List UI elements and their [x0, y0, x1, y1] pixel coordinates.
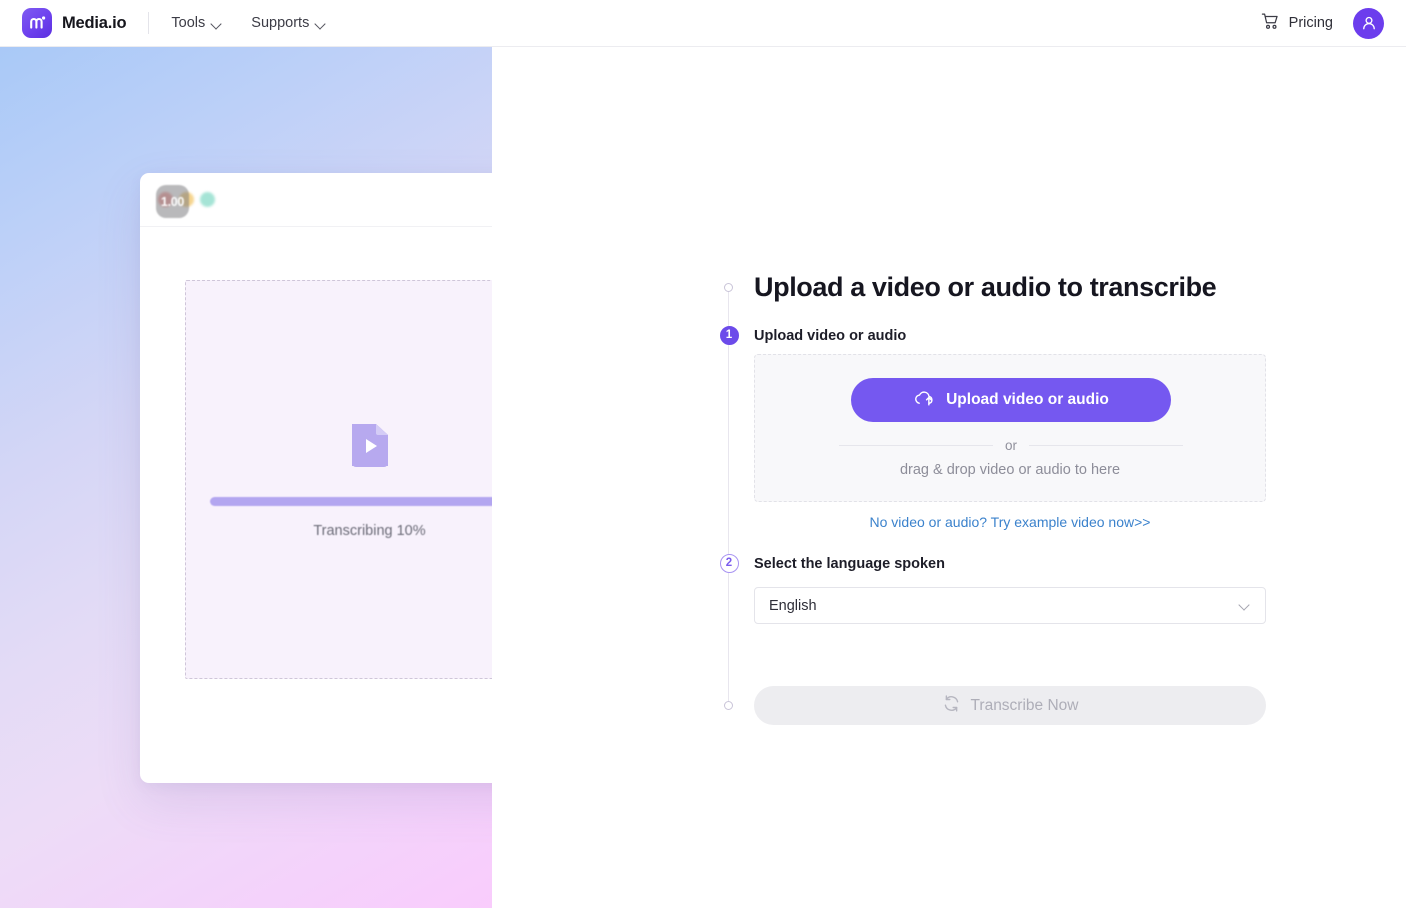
language-select-value: English [769, 598, 817, 614]
upload-button[interactable]: Upload video or audio [851, 378, 1171, 422]
example-video-link[interactable]: No video or audio? Try example video now… [754, 514, 1266, 530]
step-timeline: 1 2 [720, 279, 738, 715]
brand-logo[interactable]: Media.io [22, 8, 126, 38]
timeline-end-marker-icon [724, 701, 733, 710]
drag-drop-hint: drag & drop video or audio to here [755, 462, 1265, 478]
or-label: or [1005, 438, 1017, 453]
chevron-down-icon [316, 19, 327, 30]
upload-button-label: Upload video or audio [946, 391, 1109, 409]
promo-gradient-panel: 1.00 Transcribing 10% [0, 47, 492, 908]
mediaio-logo-icon [22, 8, 52, 38]
step-2-label: Select the language spoken [754, 556, 945, 572]
step-1-badge: 1 [720, 326, 739, 345]
transcribe-progress-fill [210, 497, 530, 506]
page-title: Upload a video or audio to transcribe [754, 272, 1216, 303]
step-1-label: Upload video or audio [754, 328, 906, 344]
header-divider [148, 12, 149, 34]
chevron-down-icon [212, 19, 223, 30]
language-select[interactable]: English [754, 587, 1266, 624]
transcribe-progress-bar [210, 497, 530, 506]
transcribe-now-label: Transcribe Now [971, 697, 1079, 715]
nav-item-tools-label: Tools [171, 15, 205, 31]
timeline-start-marker-icon [724, 283, 733, 292]
brand-name: Media.io [62, 14, 126, 33]
nav-item-tools[interactable]: Tools [171, 15, 223, 31]
nav-item-supports[interactable]: Supports [251, 15, 327, 31]
pricing-label: Pricing [1289, 15, 1333, 31]
top-header: Media.io Tools Supports Pricing [0, 0, 1406, 47]
transcribe-progress-label: Transcribing 10% [313, 523, 425, 539]
cloud-upload-icon [913, 389, 935, 412]
video-file-play-icon [348, 420, 392, 475]
step-2-badge: 2 [720, 554, 739, 573]
or-divider-line-right [1029, 445, 1183, 446]
chevron-down-icon [1239, 600, 1251, 612]
nav-item-supports-label: Supports [251, 15, 309, 31]
duration-badge: 1.00 [156, 185, 189, 218]
upload-form-panel: 1 2 Upload a video or audio to transcrib… [492, 47, 1406, 908]
upload-dropzone[interactable]: Upload video or audio or drag & drop vid… [754, 354, 1266, 502]
transcribe-now-button[interactable]: Transcribe Now [754, 686, 1266, 725]
refresh-sync-icon [942, 694, 961, 718]
pricing-button[interactable]: Pricing [1261, 12, 1333, 35]
main-nav: Tools Supports [171, 15, 327, 31]
shopping-cart-icon [1261, 12, 1280, 35]
user-avatar-icon[interactable] [1353, 8, 1384, 39]
or-divider: or [839, 438, 1183, 453]
or-divider-line-left [839, 445, 993, 446]
window-maximize-dot-icon [200, 192, 215, 207]
header-actions: Pricing [1261, 8, 1384, 39]
timeline-line [728, 287, 729, 707]
